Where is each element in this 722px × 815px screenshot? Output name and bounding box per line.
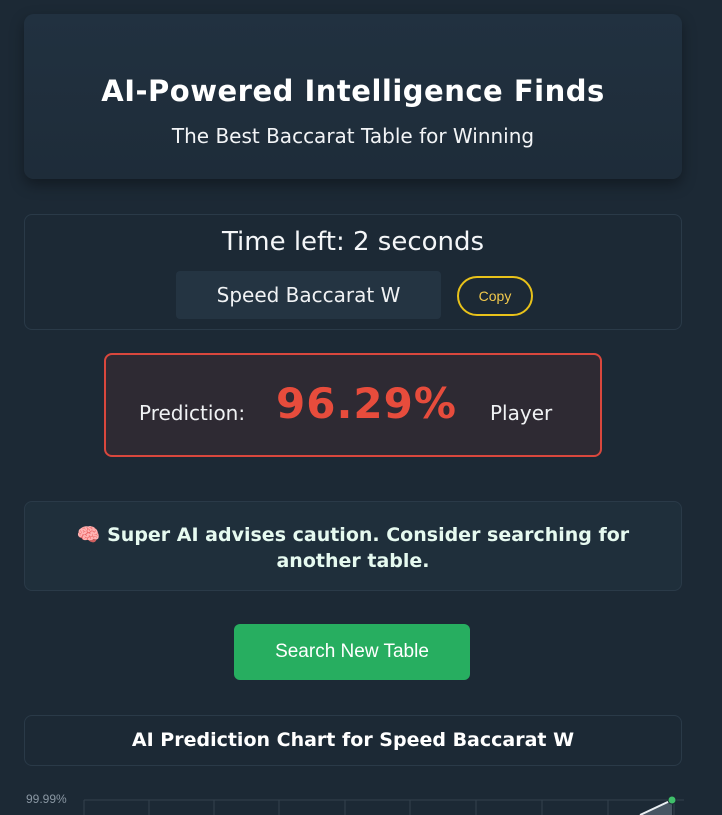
- prediction-chart: 99.99%: [0, 780, 722, 815]
- chart-data-point: [667, 795, 677, 805]
- chart-title: AI Prediction Chart for Speed Baccarat W: [24, 715, 682, 766]
- advice-text: Super AI advises caution. Consider searc…: [107, 524, 630, 572]
- copy-button[interactable]: Copy: [457, 276, 533, 316]
- prediction-panel: Prediction: 96.29% Player: [104, 353, 602, 457]
- hero-subtitle: The Best Baccarat Table for Winning: [171, 124, 535, 148]
- prediction-label: Prediction:: [139, 401, 246, 425]
- table-name-field[interactable]: Speed Baccarat W: [176, 271, 441, 319]
- search-new-table-button[interactable]: Search New Table: [234, 624, 470, 680]
- prediction-value: 96.29%: [276, 379, 457, 428]
- brain-icon: 🧠: [76, 524, 101, 546]
- page: AI-Powered Intelligence Finds The Best B…: [0, 0, 722, 815]
- advice-panel: 🧠 Super AI advises caution. Consider sea…: [24, 501, 682, 591]
- advice-message: 🧠 Super AI advises caution. Consider sea…: [45, 522, 661, 574]
- prediction-chart-svg: [83, 795, 684, 815]
- hero-card: AI-Powered Intelligence Finds The Best B…: [24, 14, 682, 179]
- timer-panel: Time left: 2 seconds Speed Baccarat W Co…: [24, 214, 682, 330]
- time-left-text: Time left: 2 seconds: [221, 227, 485, 257]
- hero-title: AI-Powered Intelligence Finds: [101, 74, 605, 108]
- prediction-side: Player: [490, 401, 553, 425]
